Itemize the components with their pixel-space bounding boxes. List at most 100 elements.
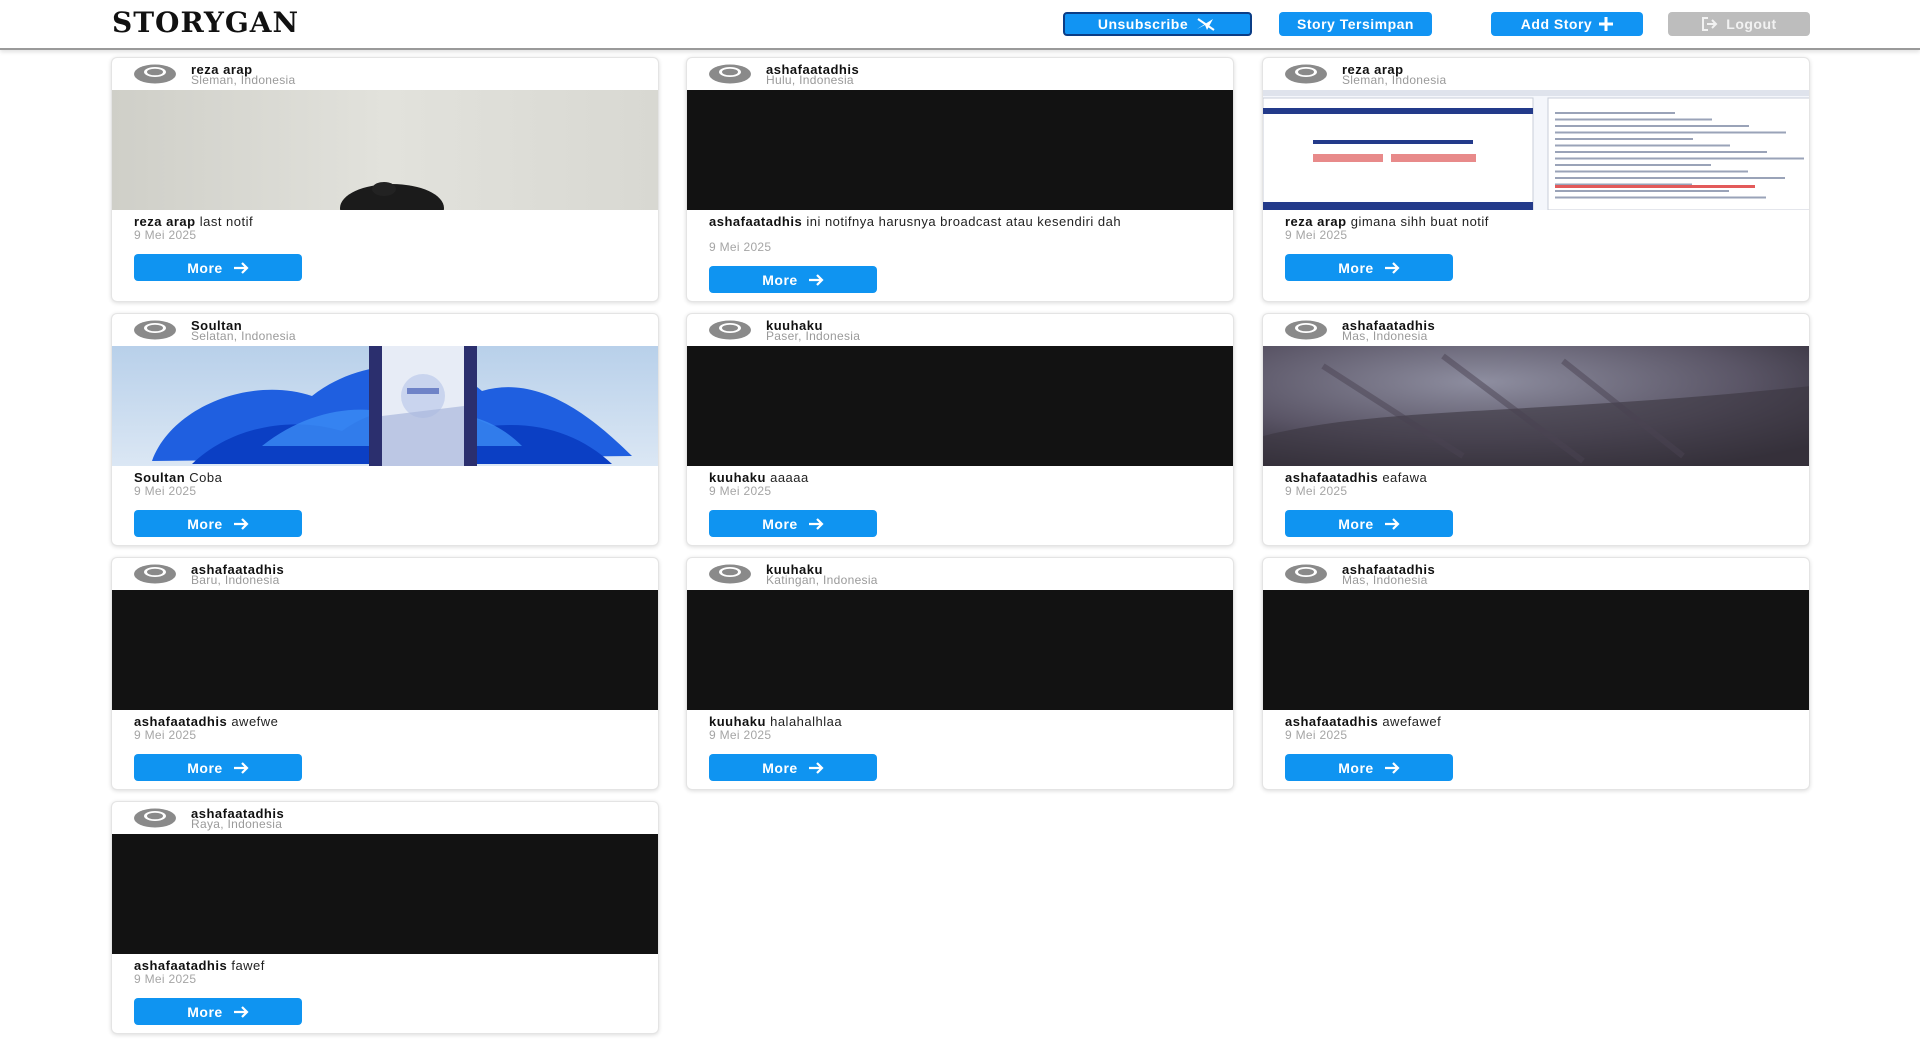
story-caption: Soultan Coba — [134, 470, 634, 485]
logout-label: Logout — [1726, 16, 1777, 32]
top-navbar: STORYGAN Unsubscribe Story Tersimpan Add… — [0, 0, 1920, 50]
avatar-icon — [1285, 564, 1327, 584]
more-button[interactable]: More — [1285, 754, 1453, 781]
story-location: Sleman, Indonesia — [1342, 73, 1447, 87]
story-caption: kuuhaku aaaaa — [709, 470, 1209, 485]
story-location: Katingan, Indonesia — [766, 573, 878, 587]
add-story-button[interactable]: Add Story — [1491, 12, 1643, 36]
story-card[interactable]: reza arap Sleman, Indonesia reza arap gima… — [1262, 57, 1810, 302]
more-label: More — [762, 515, 798, 532]
story-date: 9 Mei 2025 — [709, 728, 772, 742]
arrow-right-icon — [1384, 761, 1400, 774]
story-location: Sleman, Indonesia — [191, 73, 296, 87]
story-card-header: reza arap Sleman, Indonesia — [112, 58, 658, 90]
story-location: Mas, Indonesia — [1342, 329, 1428, 343]
add-story-label: Add Story — [1520, 16, 1593, 32]
story-caption-author: kuuhaku — [709, 470, 766, 485]
story-date: 9 Mei 2025 — [134, 484, 197, 498]
story-card-header: reza arap Sleman, Indonesia — [1263, 58, 1809, 90]
unsubscribe-label: Unsubscribe — [1097, 16, 1189, 32]
story-image[interactable] — [112, 834, 658, 954]
avatar-icon — [134, 808, 176, 828]
story-date: 9 Mei 2025 — [1285, 484, 1348, 498]
story-date: 9 Mei 2025 — [1285, 728, 1348, 742]
story-caption-text: Coba — [189, 470, 223, 485]
avatar-icon — [709, 320, 751, 340]
story-caption-text: fawef — [231, 958, 265, 973]
story-caption: ashafaatadhis fawef — [134, 958, 634, 973]
blurry-photo-image — [1263, 346, 1809, 466]
story-caption-text: halahalhlaa — [770, 714, 843, 729]
more-button[interactable]: More — [709, 266, 877, 293]
story-image[interactable] — [687, 590, 1233, 710]
more-button[interactable]: More — [134, 510, 302, 537]
story-card[interactable]: ashafaatadhis Mas, Indonesia ashafaatadhis… — [1262, 313, 1810, 546]
more-button[interactable]: More — [709, 510, 877, 537]
avatar-icon — [134, 564, 176, 584]
wallpaper-image — [112, 346, 658, 466]
story-card[interactable]: kuuhaku Paser, Indonesia kuuhaku aaaaa 9 Me… — [686, 313, 1234, 546]
arrow-right-icon — [808, 761, 824, 774]
arrow-right-icon — [233, 261, 249, 274]
story-card[interactable]: reza arap Sleman, Indonesia reza arap last… — [111, 57, 659, 302]
story-image[interactable] — [1263, 590, 1809, 710]
saved-stories-label: Story Tersimpan — [1297, 16, 1414, 32]
story-location: Raya, Indonesia — [191, 817, 283, 831]
story-caption: ashafaatadhis ini notifnya harusnya broa… — [709, 214, 1209, 229]
arrow-right-icon — [808, 273, 824, 286]
story-card-header: kuuhaku Katingan, Indonesia — [687, 558, 1233, 590]
story-date: 9 Mei 2025 — [709, 484, 772, 498]
story-card[interactable]: ashafaatadhis Raya, Indonesia ashafaatadhi… — [111, 801, 659, 1034]
app-logo[interactable]: STORYGAN — [112, 6, 299, 39]
arrow-right-icon — [233, 761, 249, 774]
story-caption-author: ashafaatadhis — [1285, 714, 1379, 729]
more-label: More — [1338, 259, 1374, 276]
story-caption-author: reza arap — [1285, 214, 1347, 229]
story-card[interactable]: ashafaatadhis Hulu, Indonesia ashafaatadhi… — [686, 57, 1234, 302]
story-caption-author: ashafaatadhis — [134, 958, 228, 973]
story-image[interactable] — [112, 590, 658, 710]
story-caption-text: gimana sihh buat notif — [1350, 214, 1489, 229]
more-button[interactable]: More — [1285, 254, 1453, 281]
story-caption-author: ashafaatadhis — [1285, 470, 1379, 485]
saved-stories-button[interactable]: Story Tersimpan — [1279, 12, 1432, 36]
arrow-right-icon — [1384, 517, 1400, 530]
story-card-header: Soultan Selatan, Indonesia — [112, 314, 658, 346]
story-caption-text: awefwe — [231, 714, 279, 729]
arrow-right-icon — [233, 517, 249, 530]
more-button[interactable]: More — [134, 754, 302, 781]
story-image[interactable] — [1263, 90, 1809, 210]
story-image[interactable] — [687, 90, 1233, 210]
story-card[interactable]: ashafaatadhis Baru, Indonesia ashafaatadhi… — [111, 557, 659, 790]
story-card[interactable]: Soultan Selatan, Indonesia Soultan Coba 9 M… — [111, 313, 659, 546]
story-image[interactable] — [112, 346, 658, 466]
avatar-icon — [1285, 320, 1327, 340]
arrow-right-icon — [1384, 261, 1400, 274]
unsubscribe-button[interactable]: Unsubscribe — [1063, 12, 1252, 36]
story-caption: reza arap gimana sihh buat notif — [1285, 214, 1785, 229]
story-caption-author: ashafaatadhis — [709, 214, 803, 229]
more-button[interactable]: More — [134, 254, 302, 281]
more-button[interactable]: More — [1285, 510, 1453, 537]
story-card[interactable]: kuuhaku Katingan, Indonesia kuuhaku halaha… — [686, 557, 1234, 790]
story-caption: kuuhaku halahalhlaa — [709, 714, 1209, 729]
arrow-right-icon — [233, 1005, 249, 1018]
story-image[interactable] — [1263, 346, 1809, 466]
story-caption: reza arap last notif — [134, 215, 634, 228]
bell-slash-icon — [1197, 18, 1215, 31]
more-button[interactable]: More — [134, 998, 302, 1025]
logout-button[interactable]: Logout — [1668, 12, 1810, 36]
wall-photo-image — [112, 90, 658, 210]
story-caption-text: eafawa — [1382, 470, 1428, 485]
story-location: Mas, Indonesia — [1342, 573, 1428, 587]
story-location: Paser, Indonesia — [766, 329, 861, 343]
story-image[interactable] — [112, 90, 658, 210]
story-date: 9 Mei 2025 — [709, 240, 772, 254]
story-card[interactable]: ashafaatadhis Mas, Indonesia ashafaatadhis… — [1262, 557, 1810, 790]
story-image[interactable] — [687, 346, 1233, 466]
story-card-header: ashafaatadhis Mas, Indonesia — [1263, 314, 1809, 346]
more-button[interactable]: More — [709, 754, 877, 781]
avatar-icon — [1285, 64, 1327, 84]
more-label: More — [187, 1003, 223, 1020]
story-caption-text: ini notifnya harusnya broadcast atau kes… — [806, 214, 1122, 229]
